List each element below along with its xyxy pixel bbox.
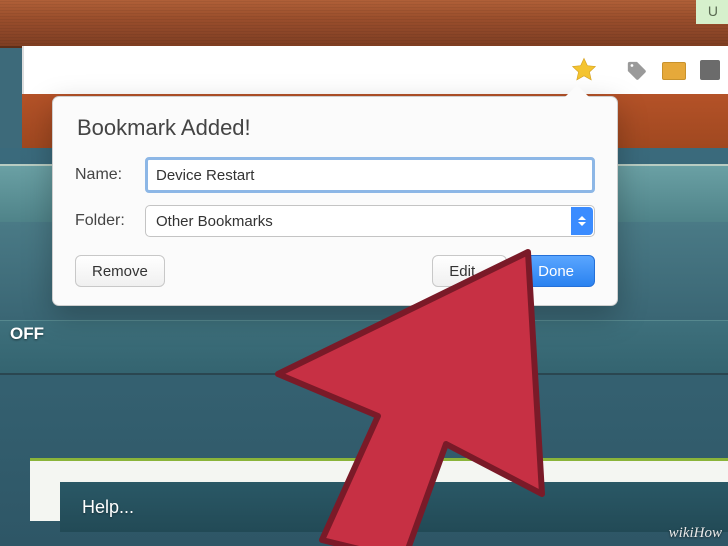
window-titlebar — [0, 0, 728, 48]
watermark: wikiHow — [669, 525, 722, 542]
toolbar-widget-yellow[interactable] — [662, 62, 686, 80]
tag-icon[interactable] — [626, 60, 648, 82]
remove-button[interactable]: Remove — [75, 255, 165, 287]
done-button[interactable]: Done — [517, 255, 595, 287]
select-caret-icon — [571, 207, 593, 235]
name-label: Name: — [75, 166, 145, 184]
bookmark-popover: Bookmark Added! Name: Folder: Other Book… — [52, 96, 618, 306]
corner-badge: U — [696, 0, 728, 24]
off-label: OFF — [10, 324, 44, 344]
popover-title: Bookmark Added! — [77, 115, 595, 141]
edit-button[interactable]: Edit… — [432, 255, 507, 287]
content-band-3 — [0, 320, 728, 375]
help-label: Help... — [82, 497, 134, 518]
folder-select[interactable]: Other Bookmarks — [145, 205, 595, 237]
bookmark-name-input[interactable] — [145, 157, 595, 193]
browser-omnibar — [22, 46, 728, 94]
toolbar-widget-grey[interactable] — [700, 60, 720, 80]
folder-label: Folder: — [75, 212, 145, 230]
help-bar[interactable]: Help... — [60, 482, 728, 532]
